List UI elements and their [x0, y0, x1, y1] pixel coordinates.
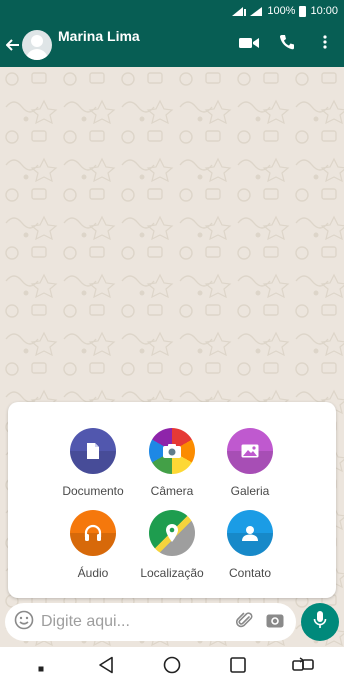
camera-icon	[266, 612, 284, 633]
nav-home-button[interactable]	[152, 647, 192, 688]
headphones-icon	[70, 510, 116, 556]
attach-audio-label: Áudio	[77, 566, 109, 580]
phone-icon	[279, 34, 295, 55]
gallery-icon	[227, 428, 273, 474]
attach-gallery-button[interactable]: Galeria	[210, 428, 290, 498]
switch-apps-icon	[292, 657, 314, 678]
video-camera-icon	[239, 36, 259, 54]
circle-home-icon	[163, 656, 181, 679]
dot-icon	[38, 659, 44, 677]
message-input[interactable]	[41, 613, 221, 631]
attachment-panel: Documento Câmera Galeria Áudio Localizaç…	[8, 402, 336, 598]
back-arrow-icon[interactable]	[2, 22, 24, 67]
triangle-back-icon	[98, 656, 114, 679]
attach-gallery-label: Galeria	[230, 484, 270, 498]
attach-location-label: Localização	[140, 566, 204, 580]
message-composer	[5, 603, 296, 641]
paperclip-icon	[235, 611, 254, 634]
wifi-signal-icon	[231, 6, 247, 17]
battery-icon	[299, 5, 307, 17]
microphone-icon	[313, 610, 327, 635]
chat-header: Marina Lima	[0, 22, 344, 67]
nav-back-button[interactable]	[86, 647, 126, 688]
avatar[interactable]	[22, 29, 52, 60]
attach-location-button[interactable]: Localização	[132, 510, 212, 580]
emoji-button[interactable]	[7, 603, 41, 641]
document-icon	[70, 428, 116, 474]
contact-name[interactable]: Marina Lima	[58, 28, 140, 44]
attach-document-button[interactable]: Documento	[53, 428, 133, 498]
nav-dot-button[interactable]	[21, 647, 61, 688]
attach-camera-label: Câmera	[150, 484, 194, 498]
contact-icon	[227, 510, 273, 556]
battery-percent: 100%	[267, 5, 296, 17]
system-nav-bar	[0, 647, 344, 688]
voice-message-button[interactable]	[301, 603, 339, 641]
nav-switch-button[interactable]	[283, 647, 323, 688]
attach-contact-label: Contato	[228, 566, 272, 580]
attach-audio-button[interactable]: Áudio	[53, 510, 133, 580]
attach-contact-button[interactable]: Contato	[210, 510, 290, 580]
camera-icon	[149, 428, 195, 474]
video-call-button[interactable]	[230, 22, 268, 67]
status-bar: 100% 10:00	[0, 0, 344, 22]
square-recents-icon	[229, 657, 246, 678]
cell-signal-icon	[249, 6, 263, 17]
attach-document-label: Documento	[62, 484, 124, 498]
camera-button[interactable]	[260, 603, 290, 641]
emoji-icon	[14, 610, 34, 635]
more-vert-icon	[323, 35, 327, 54]
clock: 10:00	[310, 5, 338, 17]
location-icon	[149, 510, 195, 556]
voice-call-button[interactable]	[268, 22, 306, 67]
attach-button[interactable]	[230, 603, 260, 641]
nav-recents-button[interactable]	[218, 647, 258, 688]
attach-camera-button[interactable]: Câmera	[132, 428, 212, 498]
more-options-button[interactable]	[306, 22, 344, 67]
